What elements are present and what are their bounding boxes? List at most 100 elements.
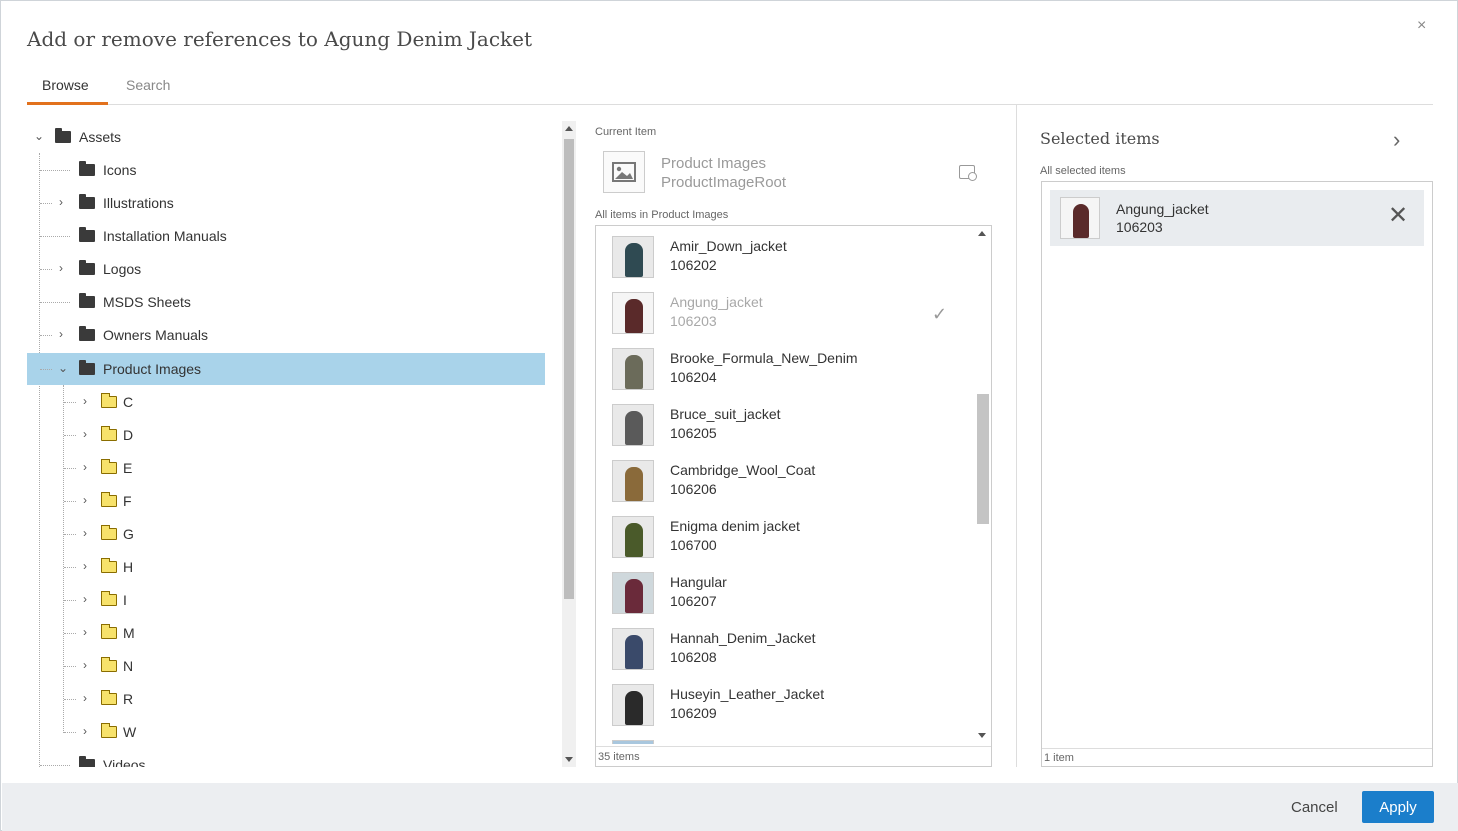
close-icon[interactable]: ×	[1417, 17, 1426, 35]
tree-item-logos[interactable]: › Logos	[27, 253, 545, 285]
product-thumbnail	[612, 516, 654, 558]
calendar-clock-icon[interactable]	[959, 165, 977, 181]
chevron-right-icon[interactable]: ›	[83, 559, 95, 573]
scroll-up-icon[interactable]	[565, 126, 573, 131]
tree-item-label: Icons	[103, 162, 137, 178]
tree-item-installation-manuals[interactable]: Installation Manuals	[27, 220, 545, 252]
tree-subitem-i[interactable]: › I	[27, 584, 545, 616]
list-item[interactable]: Huseyin_Leather_Jacket 106209	[596, 674, 974, 730]
scrollbar-thumb[interactable]	[564, 139, 574, 599]
tree-item-label: Installation Manuals	[103, 228, 227, 244]
tree-subitem-n[interactable]: › N	[27, 650, 545, 682]
folder-icon	[100, 492, 117, 507]
tab-browse[interactable]: Browse	[42, 77, 89, 93]
list-item-code: 106206	[670, 481, 717, 497]
list-item[interactable]: Hangular 106207	[596, 562, 974, 618]
folder-icon	[79, 326, 95, 341]
tree-connector	[64, 534, 76, 535]
footer-bar: Cancel Apply	[2, 783, 1458, 831]
remove-icon[interactable]: ✕	[1388, 204, 1408, 228]
tree-item-label: Logos	[103, 261, 142, 277]
tree-subitem-f[interactable]: › F	[27, 485, 545, 517]
tree-item-label: M	[123, 625, 135, 641]
chevron-right-icon[interactable]: ›	[83, 658, 95, 672]
folder-open-icon	[79, 360, 95, 375]
figure-shape	[625, 243, 643, 277]
folder-icon	[100, 558, 117, 573]
tree-item-icons[interactable]: Icons	[27, 154, 545, 186]
tree-item-illustrations[interactable]: › Illustrations	[27, 187, 545, 219]
folder-icon	[79, 293, 95, 308]
tree-connector	[64, 600, 76, 601]
apply-button[interactable]: Apply	[1362, 791, 1434, 823]
tree-subitem-c[interactable]: › C	[27, 386, 545, 418]
chevron-right-icon[interactable]: ›	[59, 327, 71, 341]
chevron-right-icon[interactable]: ›	[83, 691, 95, 705]
tree-item-label: C	[123, 394, 134, 410]
tree-item-label: Owners Manuals	[103, 327, 209, 343]
figure-shape	[625, 635, 643, 669]
tree-subitem-r[interactable]: › R	[27, 683, 545, 715]
tree-item-product-images[interactable]: ⌄ Product Images	[27, 353, 545, 385]
chevron-down-icon[interactable]: ⌄	[34, 129, 46, 143]
chevron-down-icon[interactable]: ⌄	[58, 361, 70, 375]
tree-scrollbar[interactable]	[562, 121, 576, 767]
product-thumbnail	[612, 292, 654, 334]
chevron-right-icon[interactable]: ›	[59, 195, 71, 209]
selected-item[interactable]: Angung_jacket 106203 ✕	[1050, 190, 1424, 246]
tree-subitem-h[interactable]: › H	[27, 551, 545, 583]
list-item[interactable]: Bruce_suit_jacket 106205	[596, 394, 974, 450]
list-item[interactable]: Amir_Down_jacket 106202	[596, 226, 974, 282]
tree-item-label: R	[123, 691, 134, 707]
tree-connector	[64, 633, 76, 634]
tree-item-assets[interactable]: ⌄ Assets	[27, 121, 545, 153]
cancel-button[interactable]: Cancel	[1291, 799, 1338, 816]
list-item[interactable]: Angung_jacket 106203 ✓	[596, 282, 974, 338]
list-item-name: Bruce_suit_jacket	[670, 406, 781, 422]
figure-shape	[625, 523, 643, 557]
scroll-down-icon[interactable]	[565, 757, 573, 762]
list-item[interactable]: Cambridge_Wool_Coat 106206	[596, 450, 974, 506]
list-scrollbar[interactable]	[974, 226, 991, 743]
chevron-right-icon[interactable]: ›	[83, 493, 95, 507]
tree-connector	[64, 699, 76, 700]
tree-subitem-e[interactable]: › E	[27, 452, 545, 484]
product-thumbnail	[612, 236, 654, 278]
scrollbar-thumb[interactable]	[977, 394, 989, 524]
tree-connector	[40, 369, 52, 370]
image-icon	[603, 151, 645, 193]
chevron-right-icon[interactable]: ›	[1393, 127, 1400, 153]
tree-item-videos[interactable]: Videos	[27, 749, 545, 767]
tab-search[interactable]: Search	[126, 77, 170, 93]
list-item-partial[interactable]	[596, 730, 974, 744]
chevron-right-icon[interactable]: ›	[83, 625, 95, 639]
list-item-code: 106204	[670, 369, 717, 385]
current-item-name: Product Images	[661, 155, 767, 172]
list-item-name: Hannah_Denim_Jacket	[670, 630, 816, 646]
product-thumbnail	[612, 572, 654, 614]
chevron-right-icon[interactable]: ›	[59, 261, 71, 275]
list-item[interactable]: Brooke_Formula_New_Denim 106204	[596, 338, 974, 394]
chevron-right-icon[interactable]: ›	[83, 427, 95, 441]
folder-icon	[79, 194, 95, 209]
folder-icon	[79, 756, 95, 767]
scroll-up-icon[interactable]	[978, 231, 986, 236]
folder-icon	[100, 624, 117, 639]
tree-subitem-g[interactable]: › G	[27, 518, 545, 550]
chevron-right-icon[interactable]: ›	[83, 724, 95, 738]
tree-item-msds-sheets[interactable]: MSDS Sheets	[27, 286, 545, 318]
tree-item-owners-manuals[interactable]: › Owners Manuals	[27, 319, 545, 351]
tree-subitem-m[interactable]: › M	[27, 617, 545, 649]
chevron-right-icon[interactable]: ›	[83, 460, 95, 474]
list-item[interactable]: Enigma denim jacket 106700	[596, 506, 974, 562]
list-item[interactable]: Hannah_Denim_Jacket 106208	[596, 618, 974, 674]
chevron-right-icon[interactable]: ›	[83, 592, 95, 606]
figure-shape	[625, 355, 643, 389]
tree-subitem-w[interactable]: › W	[27, 716, 545, 748]
tree-item-label: D	[123, 427, 134, 443]
scroll-down-icon[interactable]	[978, 733, 986, 738]
tree-item-label: Assets	[79, 129, 122, 145]
chevron-right-icon[interactable]: ›	[83, 394, 95, 408]
tree-subitem-d[interactable]: › D	[27, 419, 545, 451]
chevron-right-icon[interactable]: ›	[83, 526, 95, 540]
